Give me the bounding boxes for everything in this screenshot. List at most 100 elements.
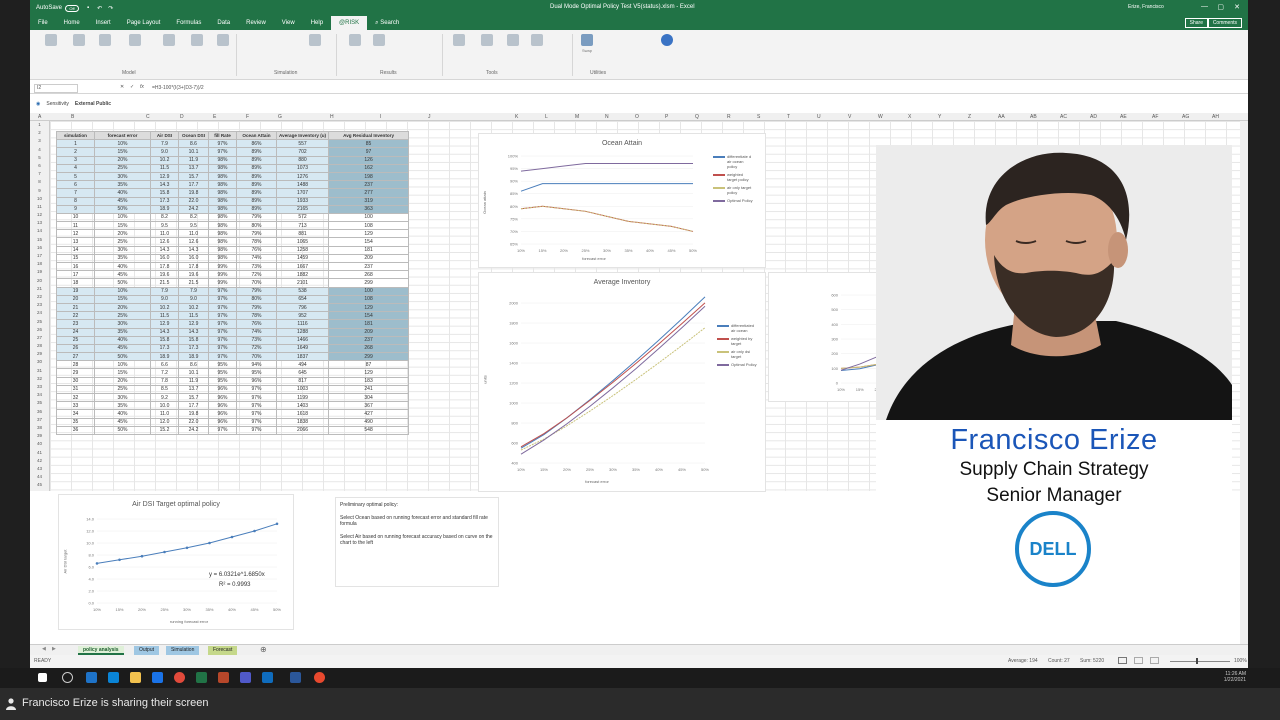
- table-cell[interactable]: 20%: [94, 302, 151, 313]
- row-header[interactable]: 17: [30, 252, 49, 260]
- table-cell[interactable]: 50%: [94, 278, 151, 288]
- table-cell[interactable]: 181: [328, 245, 410, 255]
- ribbon-button-distribution-fitting[interactable]: [160, 34, 178, 48]
- search-taskbar-icon[interactable]: [62, 672, 73, 683]
- table-cell[interactable]: 9.0: [150, 147, 179, 157]
- table-cell[interactable]: 12.9: [150, 319, 179, 329]
- table-cell[interactable]: 70%: [236, 278, 277, 288]
- zoom-slider-thumb[interactable]: [1196, 658, 1198, 664]
- row-header[interactable]: 31: [30, 367, 49, 375]
- table-cell[interactable]: 19.6: [150, 270, 179, 280]
- column-header[interactable]: AH: [1212, 114, 1219, 120]
- teams-icon[interactable]: [240, 672, 251, 683]
- row-header[interactable]: 35: [30, 399, 49, 407]
- table-cell[interactable]: 11.9: [178, 376, 209, 386]
- table-cell[interactable]: 14.3: [150, 245, 179, 255]
- table-cell[interactable]: 95%: [236, 368, 277, 378]
- enter-icon[interactable]: ✓: [130, 84, 134, 90]
- column-header[interactable]: AB: [1030, 114, 1037, 120]
- row-header[interactable]: 38: [30, 424, 49, 432]
- table-cell[interactable]: 11: [56, 221, 95, 231]
- app-icon[interactable]: [314, 672, 325, 683]
- column-header[interactable]: Y: [938, 114, 941, 120]
- ribbon-button-swap[interactable]: Swap: [578, 34, 596, 53]
- table-cell[interactable]: 20: [56, 294, 95, 304]
- table-cell[interactable]: 100: [328, 212, 410, 223]
- table-cell[interactable]: 25%: [94, 237, 151, 247]
- column-header[interactable]: L: [545, 114, 548, 120]
- row-header[interactable]: 42: [30, 457, 49, 465]
- table-cell[interactable]: 1065: [275, 237, 330, 247]
- row-header[interactable]: 25: [30, 318, 49, 326]
- ribbon-button-model-window[interactable]: [188, 34, 206, 48]
- table-cell[interactable]: 72%: [236, 343, 277, 354]
- table-cell[interactable]: 98%: [208, 163, 237, 173]
- row-header[interactable]: 9: [30, 187, 49, 195]
- table-cell[interactable]: 19: [56, 286, 95, 296]
- table-cell[interactable]: 96%: [236, 376, 277, 386]
- row-header[interactable]: 13: [30, 219, 49, 227]
- table-cell[interactable]: 3: [56, 155, 95, 165]
- table-cell[interactable]: 1882: [275, 270, 330, 280]
- row-header[interactable]: 20: [30, 277, 49, 285]
- table-cell[interactable]: 4: [56, 163, 95, 173]
- column-header[interactable]: X: [908, 114, 911, 120]
- column-header[interactable]: A: [38, 114, 41, 120]
- row-header[interactable]: 40: [30, 440, 49, 448]
- table-cell[interactable]: 15.8: [150, 188, 179, 198]
- table-cell[interactable]: 96%: [208, 384, 237, 395]
- table-cell[interactable]: 11.0: [178, 229, 209, 239]
- table-cell[interactable]: 98%: [208, 171, 237, 182]
- column-header[interactable]: Z: [968, 114, 971, 120]
- table-cell[interactable]: 367: [328, 401, 410, 411]
- table-cell[interactable]: 76%: [236, 245, 277, 255]
- table-cell[interactable]: 1288: [275, 327, 330, 337]
- table-cell[interactable]: 2066: [275, 425, 330, 435]
- comments-button[interactable]: Comments: [1207, 18, 1242, 28]
- table-cell[interactable]: 299: [328, 278, 410, 288]
- user-name[interactable]: Erize, Francisco: [1128, 4, 1164, 10]
- table-cell[interactable]: 78%: [236, 237, 277, 247]
- table-cell[interactable]: 15%: [94, 294, 151, 304]
- table-cell[interactable]: 95%: [208, 376, 237, 386]
- tab-risk[interactable]: @RISK: [331, 16, 368, 30]
- row-header[interactable]: 44: [30, 473, 49, 481]
- column-header-cell[interactable]: forecast error: [94, 130, 151, 141]
- edge-icon[interactable]: [86, 672, 97, 683]
- row-header[interactable]: 29: [30, 350, 49, 358]
- table-cell[interactable]: 96%: [208, 409, 237, 419]
- table-cell[interactable]: 98%: [208, 204, 237, 214]
- column-header[interactable]: D: [180, 114, 184, 120]
- table-cell[interactable]: 79%: [236, 212, 277, 223]
- column-header[interactable]: E: [213, 114, 216, 120]
- table-cell[interactable]: 881: [275, 229, 330, 239]
- table-cell[interactable]: 7: [56, 188, 95, 198]
- table-cell[interactable]: 299: [328, 352, 410, 362]
- formula-input[interactable]: =H3-100*(I(3+(D3-7))/2: [152, 85, 204, 91]
- table-cell[interactable]: 817: [275, 376, 330, 386]
- table-cell[interactable]: 14: [56, 245, 95, 255]
- table-cell[interactable]: 11.0: [150, 229, 179, 239]
- table-cell[interactable]: 89%: [236, 180, 277, 190]
- row-header[interactable]: 28: [30, 342, 49, 350]
- powerpoint-icon[interactable]: [218, 672, 229, 683]
- table-cell[interactable]: 28: [56, 360, 95, 370]
- table-cell[interactable]: 25%: [94, 384, 151, 395]
- tab-file[interactable]: File: [30, 20, 56, 26]
- table-cell[interactable]: 89%: [236, 196, 277, 206]
- table-cell[interactable]: 162: [328, 163, 410, 173]
- row-header[interactable]: 37: [30, 416, 49, 424]
- table-cell[interactable]: 50%: [94, 352, 151, 362]
- table-cell[interactable]: 12.0: [150, 417, 179, 427]
- table-cell[interactable]: 99%: [208, 261, 237, 272]
- table-cell[interactable]: 427: [328, 409, 410, 419]
- table-cell[interactable]: 1618: [275, 409, 330, 419]
- column-header-cell[interactable]: Ocean Attain: [236, 130, 277, 141]
- table-cell[interactable]: 35%: [94, 180, 151, 190]
- table-cell[interactable]: 1073: [275, 163, 330, 173]
- table-cell[interactable]: 15%: [94, 221, 151, 231]
- zoom-slider[interactable]: [1170, 661, 1230, 662]
- table-cell[interactable]: 32: [56, 392, 95, 403]
- table-cell[interactable]: 95%: [208, 360, 237, 370]
- table-cell[interactable]: 645: [275, 368, 330, 378]
